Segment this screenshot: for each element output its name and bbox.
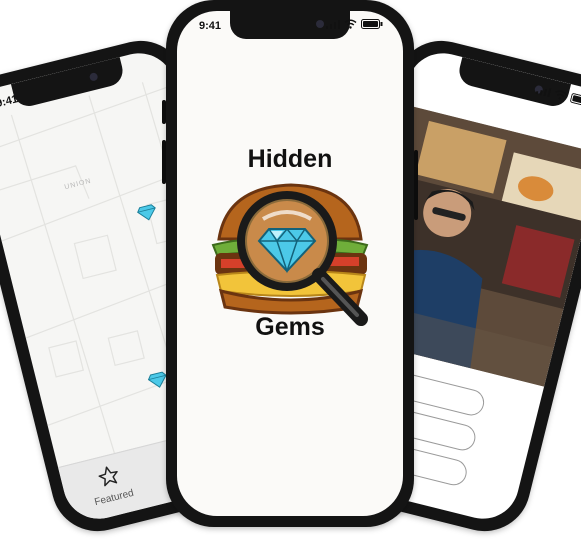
tab-featured[interactable]: Featured [78,458,144,510]
phone-side-button [162,140,166,184]
tab-featured-label: Featured [93,487,135,509]
signal-icon [326,19,340,29]
phone-side-button [162,100,166,124]
battery-icon [361,19,383,29]
status-time: 9:41 [199,20,222,32]
star-icon [98,466,118,487]
wifi-icon [344,19,357,29]
splash-screen: 9:41 Hidden Gems [177,11,403,516]
logo-title-hidden: Hidden [247,145,333,173]
battery-icon [570,93,581,107]
phone-splash-screen: 9:41 Hidden Gems [162,0,418,527]
logo-title-gems: Gems [255,313,325,341]
phone-side-button [414,150,418,220]
phone-notch [456,57,572,110]
status-icons [326,19,383,29]
